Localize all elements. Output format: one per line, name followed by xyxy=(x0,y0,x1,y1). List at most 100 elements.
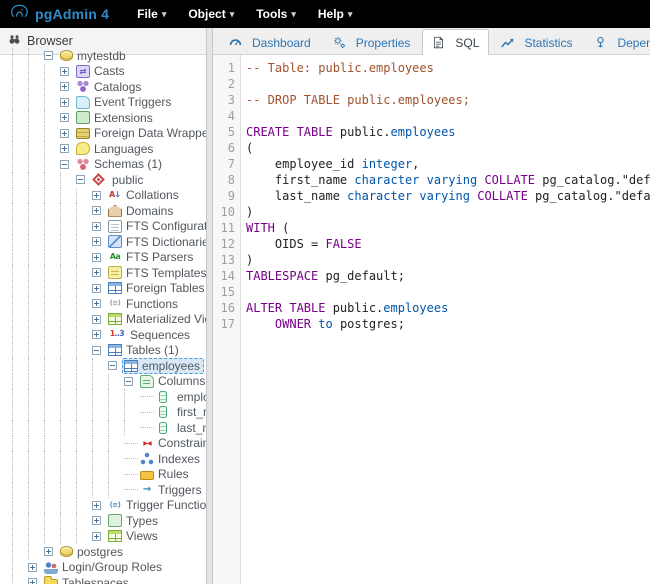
expand-icon[interactable] xyxy=(28,563,37,572)
tab-properties[interactable]: Properties xyxy=(323,30,421,54)
tree-item-columns-3[interactable]: Columns (3) xyxy=(12,374,206,390)
tree-item-label: Domains xyxy=(126,204,173,218)
tree-item-materialized-views[interactable]: Materialized Views xyxy=(12,312,206,328)
expand-icon[interactable] xyxy=(92,268,101,277)
tab-statistics[interactable]: Statistics xyxy=(491,30,582,54)
expand-icon[interactable] xyxy=(44,547,53,556)
tree-item-constraints[interactable]: Constraints xyxy=(12,436,206,452)
tree-item-rules[interactable]: Rules xyxy=(12,467,206,483)
tree-guide-line xyxy=(12,250,28,266)
tree-item-triggers[interactable]: Triggers xyxy=(12,482,206,498)
tree-item-catalogs[interactable]: Catalogs xyxy=(12,79,206,95)
expand-icon[interactable] xyxy=(92,532,101,541)
dependencies-icon xyxy=(594,36,612,49)
tree-item-indexes[interactable]: Indexes xyxy=(12,451,206,467)
tree-item-schemas-1[interactable]: Schemas (1) xyxy=(12,157,206,173)
tree-item-public[interactable]: public xyxy=(12,172,206,188)
tree-guide-line xyxy=(76,343,92,359)
expand-icon[interactable] xyxy=(92,501,101,510)
tree-item-collations[interactable]: Collations xyxy=(12,188,206,204)
tree-item-label: Event Triggers xyxy=(94,95,171,109)
expand-icon[interactable] xyxy=(92,191,101,200)
tree-item-tables-1[interactable]: Tables (1) xyxy=(12,343,206,359)
line-number: 10 xyxy=(213,204,235,220)
tree-guide-line xyxy=(76,467,92,483)
tree-item-event-triggers[interactable]: Event Triggers xyxy=(12,95,206,111)
expand-icon[interactable] xyxy=(92,284,101,293)
tree-guide-line xyxy=(12,482,28,498)
menu-help[interactable]: Help▾ xyxy=(318,7,353,21)
expand-icon[interactable] xyxy=(28,578,37,584)
tree-item-fts-templates[interactable]: FTS Templates xyxy=(12,265,206,281)
expand-icon[interactable] xyxy=(60,98,69,107)
expand-icon[interactable] xyxy=(92,330,101,339)
tree-node: Schemas (1) xyxy=(74,156,166,172)
menu-file[interactable]: File▾ xyxy=(137,7,166,21)
tree-guide-line xyxy=(60,343,76,359)
menu-tools[interactable]: Tools▾ xyxy=(256,7,296,21)
tree-item-languages[interactable]: Languages xyxy=(12,141,206,157)
collapse-icon[interactable] xyxy=(108,361,117,370)
tree-item-first-name[interactable]: first_name xyxy=(12,405,206,421)
tree-item-last-name[interactable]: last_name xyxy=(12,420,206,436)
tree-item-trigger-functions[interactable]: Trigger Functions xyxy=(12,498,206,514)
tree-item-views[interactable]: Views xyxy=(12,529,206,545)
sql-code-line: OIDS = FALSE xyxy=(246,236,650,252)
tree-item-types[interactable]: Types xyxy=(12,513,206,529)
line-number: 6 xyxy=(213,140,235,156)
collapse-icon[interactable] xyxy=(92,346,101,355)
expand-icon[interactable] xyxy=(60,144,69,153)
tree-node: Functions xyxy=(106,296,182,312)
sql-code-area[interactable]: -- Table: public.employees -- DROP TABLE… xyxy=(241,55,650,584)
expand-icon[interactable] xyxy=(92,222,101,231)
expand-icon[interactable] xyxy=(92,516,101,525)
expand-icon[interactable] xyxy=(92,253,101,262)
collapse-icon[interactable] xyxy=(60,160,69,169)
tree-item-label: Functions xyxy=(126,297,178,311)
database-icon xyxy=(60,546,73,557)
tab-label: Properties xyxy=(356,36,411,50)
expand-icon[interactable] xyxy=(92,299,101,308)
tree-guide-line xyxy=(28,343,44,359)
expand-icon[interactable] xyxy=(60,82,69,91)
expand-icon[interactable] xyxy=(60,129,69,138)
tree-item-employee-id[interactable]: employee_id xyxy=(12,389,206,405)
tree-item-login-group-roles[interactable]: Login/Group Roles xyxy=(12,560,206,576)
tree-item-fts-dictionaries[interactable]: FTS Dictionaries xyxy=(12,234,206,250)
collapse-icon[interactable] xyxy=(44,51,53,60)
tree-guide-line xyxy=(28,219,44,235)
tree-guide-line xyxy=(124,405,140,421)
constraints-icon xyxy=(140,437,154,450)
tree-guide-line xyxy=(12,327,28,343)
collapse-icon[interactable] xyxy=(124,377,133,386)
tree-item-sequences[interactable]: Sequences xyxy=(12,327,206,343)
tree-item-postgres[interactable]: postgres xyxy=(12,544,206,560)
tree-item-label: FTS Configurations xyxy=(126,219,206,233)
tab-sql[interactable]: SQL xyxy=(422,29,489,55)
tab-dashboard[interactable]: Dashboard xyxy=(219,30,321,54)
tree-item-fts-parsers[interactable]: FTS Parsers xyxy=(12,250,206,266)
tree-item-functions[interactable]: Functions xyxy=(12,296,206,312)
panel-splitter[interactable] xyxy=(206,28,213,584)
tree-item-foreign-tables[interactable]: Foreign Tables xyxy=(12,281,206,297)
expand-icon[interactable] xyxy=(92,237,101,246)
expand-icon[interactable] xyxy=(60,67,69,76)
tree-item-employees[interactable]: employees xyxy=(12,358,206,374)
tree-item-fts-configurations[interactable]: FTS Configurations xyxy=(12,219,206,235)
expand-icon[interactable] xyxy=(60,113,69,122)
tree-item-casts[interactable]: Casts xyxy=(12,64,206,80)
tree-guide-line xyxy=(44,250,60,266)
tab-dependencies[interactable]: Dependencies xyxy=(584,30,650,54)
expand-icon[interactable] xyxy=(92,315,101,324)
tree-item-foreign-data-wrappers[interactable]: Foreign Data Wrappers xyxy=(12,126,206,142)
tree-item-domains[interactable]: Domains xyxy=(12,203,206,219)
menu-object[interactable]: Object▾ xyxy=(188,7,234,21)
tree-guide-line xyxy=(28,95,44,111)
tree-item-tablespaces[interactable]: Tablespaces xyxy=(12,575,206,584)
tree-item-extensions[interactable]: Extensions xyxy=(12,110,206,126)
tree-guide-line xyxy=(60,482,76,498)
expand-icon[interactable] xyxy=(92,206,101,215)
collapse-icon[interactable] xyxy=(76,175,85,184)
tree-item-label: Foreign Tables xyxy=(126,281,205,295)
tree-item-mytestdb[interactable]: mytestdb xyxy=(12,48,206,64)
